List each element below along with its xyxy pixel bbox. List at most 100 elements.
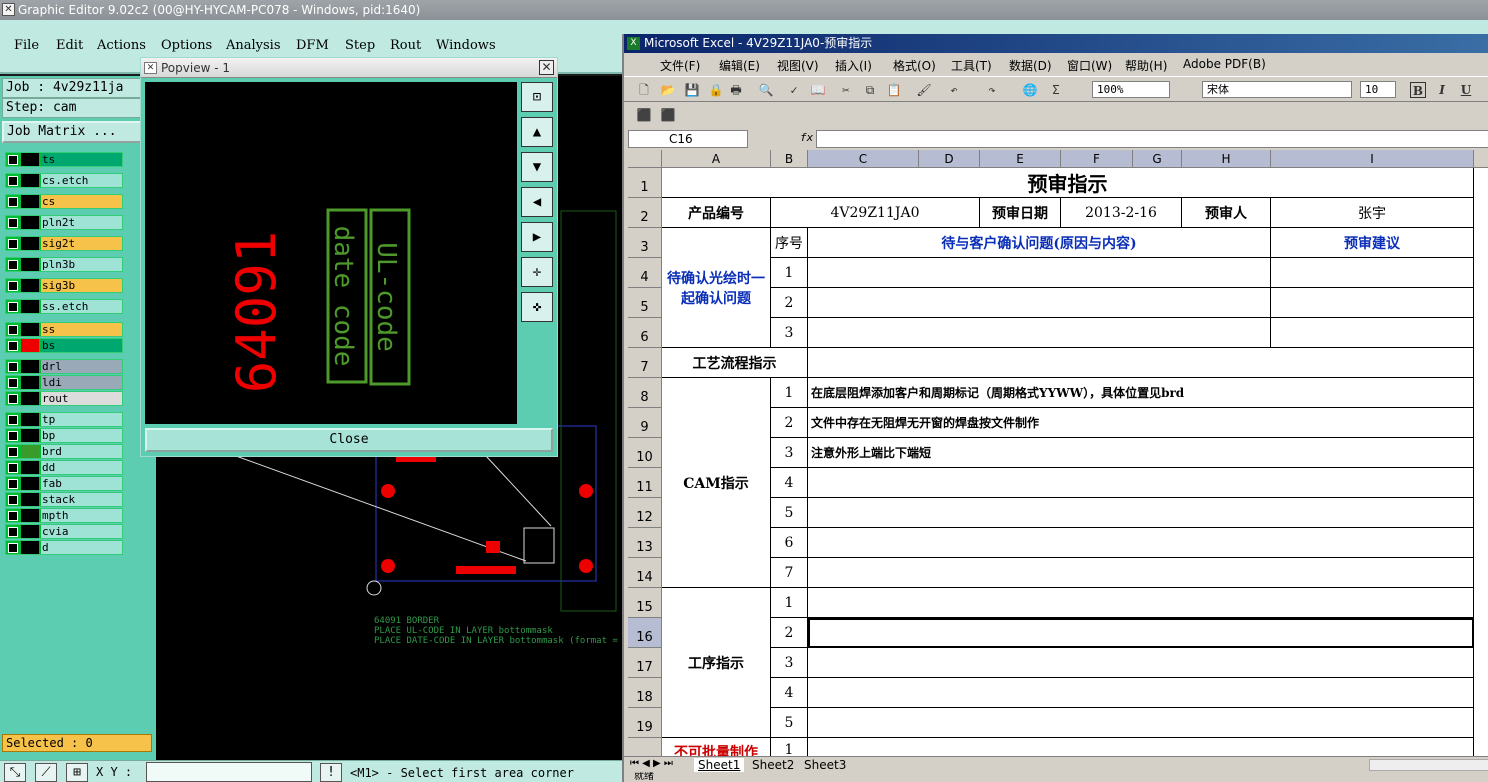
zoom-area-icon[interactable]: ⤡ xyxy=(4,763,26,782)
cam-row-content[interactable] xyxy=(808,468,1474,498)
row-header-partial[interactable] xyxy=(628,738,662,756)
layer-row-d[interactable]: d xyxy=(5,540,123,555)
col-header-e[interactable]: E xyxy=(980,150,1061,168)
zoom-in-icon[interactable]: ✛ xyxy=(521,257,553,287)
menu-analysis[interactable]: Analysis xyxy=(226,38,281,53)
layer-checkbox[interactable] xyxy=(8,197,18,207)
col-header-c[interactable]: C xyxy=(808,150,919,168)
row-header-14[interactable]: 14 xyxy=(628,558,662,588)
col-header-a[interactable]: A xyxy=(662,150,771,168)
undo-icon[interactable]: ↶ xyxy=(946,82,962,98)
process-row-content[interactable] xyxy=(808,708,1474,738)
row-header-5[interactable]: 5 xyxy=(628,288,662,318)
row-header-6[interactable]: 6 xyxy=(628,318,662,348)
menu-edit-zh[interactable]: 编辑(E) xyxy=(719,57,760,74)
row-header-19[interactable]: 19 xyxy=(628,708,662,738)
partial-row-label[interactable]: 不可批量制作 xyxy=(662,738,771,756)
formula-bar[interactable] xyxy=(816,130,1488,148)
reviewer-label[interactable]: 预审人 xyxy=(1182,198,1271,228)
layer-checkbox[interactable] xyxy=(8,447,18,457)
font-name-select[interactable]: 宋体 xyxy=(1202,81,1352,98)
layer-row-tp[interactable]: tp xyxy=(5,412,123,427)
confirm-row-num[interactable]: 2 xyxy=(771,288,808,318)
confirm-row-issue[interactable] xyxy=(808,258,1271,288)
layer-checkbox[interactable] xyxy=(8,415,18,425)
sheet-nav-icon[interactable]: ⏮ ◀ ▶ ⏭ xyxy=(630,758,673,769)
layer-row-sig2t[interactable]: sig2t xyxy=(5,236,123,251)
layer-checkbox[interactable] xyxy=(8,302,18,312)
confirm-row-suggestion[interactable] xyxy=(1271,258,1474,288)
pdf-convert-icon[interactable]: ⬛ xyxy=(636,107,652,123)
row-header-9[interactable]: 9 xyxy=(628,408,662,438)
reviewer-value[interactable]: 张宇 xyxy=(1271,198,1474,228)
process-row-num[interactable]: 2 xyxy=(771,618,808,648)
layer-checkbox[interactable] xyxy=(8,281,18,291)
layer-row-ldi[interactable]: ldi xyxy=(5,375,123,390)
layer-checkbox[interactable] xyxy=(8,394,18,404)
pan-right-icon[interactable]: ▶ xyxy=(521,222,553,252)
zoom-home-icon[interactable]: ⊡ xyxy=(521,82,553,112)
row-header-4[interactable]: 4 xyxy=(628,258,662,288)
menu-dfm[interactable]: DFM xyxy=(296,38,329,53)
layer-row-ss-etch[interactable]: ss.etch xyxy=(5,299,123,314)
cam-row-num[interactable]: 7 xyxy=(771,558,808,588)
layer-row-fab[interactable]: fab xyxy=(5,476,123,491)
menu-insert-zh[interactable]: 插入(I) xyxy=(835,57,872,74)
autosum-icon[interactable]: Σ xyxy=(1048,82,1064,98)
process-row-content[interactable] xyxy=(808,618,1474,648)
menu-format-zh[interactable]: 格式(O) xyxy=(893,57,936,74)
layer-row-bp[interactable]: bp xyxy=(5,428,123,443)
cam-row-num[interactable]: 3 xyxy=(771,438,808,468)
suggest-header[interactable]: 预审建议 xyxy=(1271,228,1474,258)
layer-row-pln3b[interactable]: pln3b xyxy=(5,257,123,272)
new-icon[interactable]: 🗋 xyxy=(636,82,652,98)
menu-data-zh[interactable]: 数据(D) xyxy=(1009,57,1052,74)
save-icon[interactable]: 💾 xyxy=(684,82,700,98)
close-icon[interactable]: ✕ xyxy=(539,60,554,75)
cam-row-content[interactable] xyxy=(808,498,1474,528)
name-box[interactable]: C16 xyxy=(628,130,748,148)
row-header-10[interactable]: 10 xyxy=(628,438,662,468)
layer-row-brd[interactable]: brd xyxy=(5,444,123,459)
underline-button[interactable]: U xyxy=(1458,82,1474,98)
menu-file-zh[interactable]: 文件(F) xyxy=(660,57,700,74)
process-row-num[interactable]: 4 xyxy=(771,678,808,708)
layer-checkbox[interactable] xyxy=(8,495,18,505)
warning-icon[interactable]: ! xyxy=(320,763,342,782)
cam-row-num[interactable]: 1 xyxy=(771,378,808,408)
layer-row-cs-etch[interactable]: cs.etch xyxy=(5,173,123,188)
process-row-content[interactable] xyxy=(808,588,1474,618)
print-icon[interactable]: 🖶 xyxy=(728,82,744,98)
worksheet-grid[interactable]: A B C D E F G H I 预审指示 产品编号 4V29Z11JA0 预… xyxy=(628,150,1488,756)
row-header-17[interactable]: 17 xyxy=(628,648,662,678)
partial-row-num[interactable]: 1 xyxy=(771,738,808,756)
layer-checkbox[interactable] xyxy=(8,325,18,335)
process-row-content[interactable] xyxy=(808,648,1474,678)
sheet-tab-2[interactable]: Sheet2 xyxy=(748,758,798,772)
layer-row-ss[interactable]: ss xyxy=(5,322,123,337)
row-header-15[interactable]: 15 xyxy=(628,588,662,618)
menu-adobe-pdf[interactable]: Adobe PDF(B) xyxy=(1183,57,1266,71)
layer-checkbox[interactable] xyxy=(8,155,18,165)
row-header-12[interactable]: 12 xyxy=(628,498,662,528)
process-row-content[interactable] xyxy=(808,678,1474,708)
product-no-value[interactable]: 4V29Z11JA0 xyxy=(771,198,980,228)
layer-row-cvia[interactable]: cvia xyxy=(5,524,123,539)
cam-row-num[interactable]: 4 xyxy=(771,468,808,498)
select-all-corner[interactable] xyxy=(628,150,662,168)
redo-icon[interactable]: ↷ xyxy=(984,82,1000,98)
xy-input[interactable] xyxy=(146,762,312,782)
layer-checkbox[interactable] xyxy=(8,543,18,553)
pan-down-icon[interactable]: ▼ xyxy=(521,152,553,182)
layer-row-stack[interactable]: stack xyxy=(5,492,123,507)
row-header-18[interactable]: 18 xyxy=(628,678,662,708)
cam-row-content[interactable]: 文件中存在无阻焊无开窗的焊盘按文件制作 xyxy=(808,408,1474,438)
bold-button[interactable]: B xyxy=(1410,82,1426,98)
row-header-11[interactable]: 11 xyxy=(628,468,662,498)
layer-row-ts[interactable]: ts xyxy=(5,152,123,167)
row-header-3[interactable]: 3 xyxy=(628,228,662,258)
cam-section-label[interactable]: CAM指示 xyxy=(662,378,771,588)
zoom-select[interactable]: 100% xyxy=(1092,81,1170,98)
sheet-tab-3[interactable]: Sheet3 xyxy=(800,758,850,772)
spelling-icon[interactable]: ✓ xyxy=(786,82,802,98)
